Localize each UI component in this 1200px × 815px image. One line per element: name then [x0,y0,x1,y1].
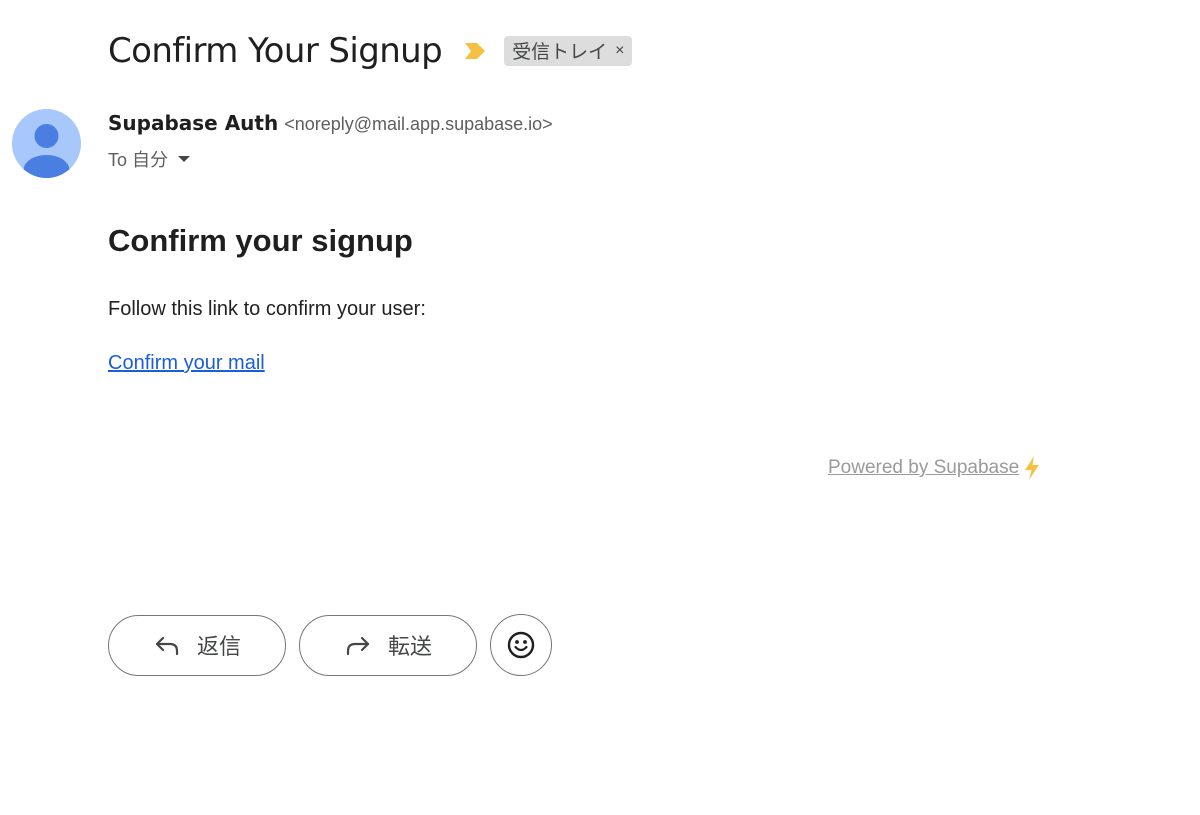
recipient-details-toggle[interactable]: To 自分 [108,146,191,172]
remove-label-button[interactable]: × [615,42,624,60]
person-icon [23,124,70,178]
importance-marker-icon[interactable] [464,41,486,61]
reply-actions: 返信 転送 [108,614,552,676]
smiley-emoji-icon [507,631,535,659]
body-text: Follow this link to confirm your user: [108,298,426,320]
chevron-down-icon [178,156,191,162]
inbox-label-text: 受信トレイ [512,42,608,63]
body-heading: Confirm your signup [108,223,413,258]
reply-arrow-icon [155,636,179,656]
reply-button[interactable]: 返信 [108,614,286,676]
forward-arrow-icon [346,636,370,656]
sender-avatar [12,109,81,178]
emoji-reaction-button[interactable] [490,614,552,676]
powered-by: Powered by Supabase [828,455,1041,481]
sender-email: <noreply@mail.app.supabase.io> [284,114,553,134]
reply-label: 返信 [196,634,241,659]
powered-by-link[interactable]: Powered by Supabase [828,457,1019,479]
lightning-bolt-icon [1025,456,1040,480]
forward-button[interactable]: 転送 [299,614,477,676]
email-subject: Confirm Your Signup [108,31,443,71]
sender-row: Supabase Auth <noreply@mail.app.supabase… [108,111,553,135]
forward-label: 転送 [387,634,432,659]
inbox-label-chip: 受信トレイ × [504,36,633,66]
subject-row: Confirm Your Signup 受信トレイ × [108,28,633,74]
sender-name: Supabase Auth [108,111,279,135]
confirm-mail-link[interactable]: Confirm your mail [108,352,265,375]
recipient-text: To 自分 [108,150,169,170]
